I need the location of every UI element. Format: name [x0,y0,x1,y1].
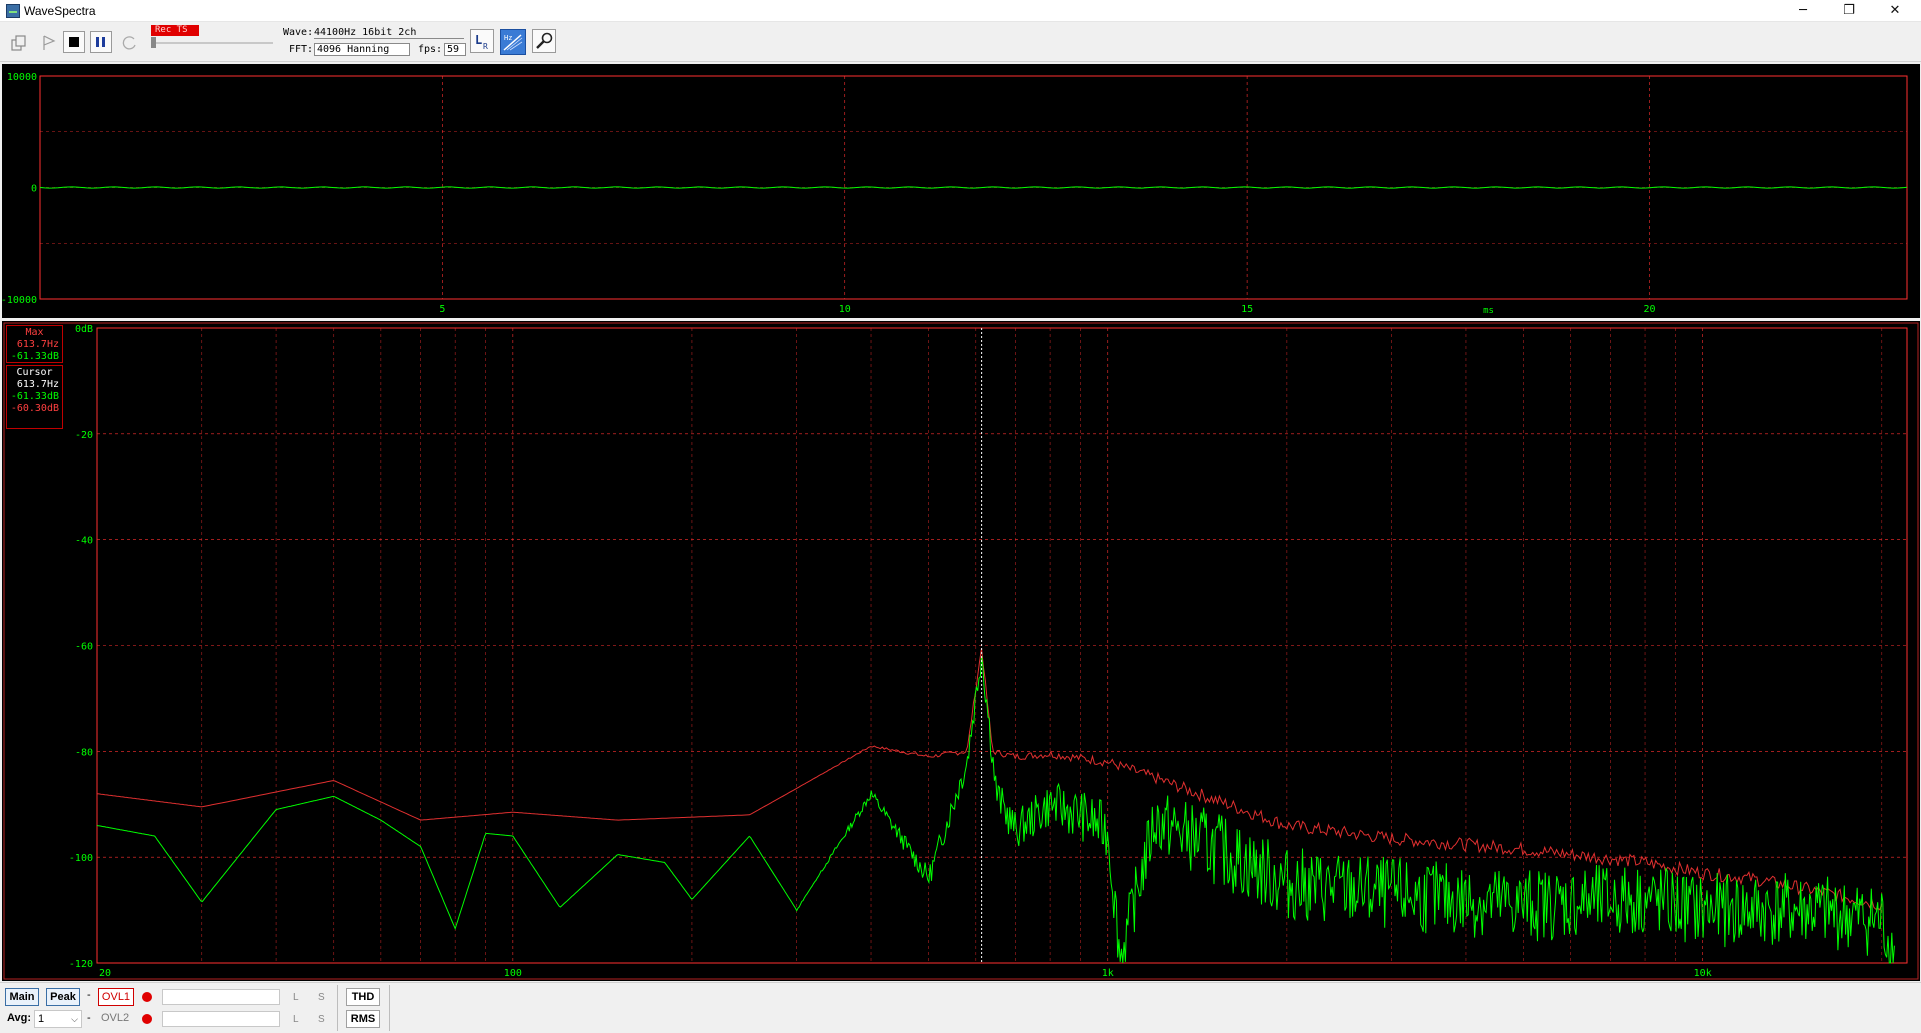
spectrum-panel[interactable]: 0dB -20 -40 -60 -80 -100 -120 20 100 1k 10k Max 61… [2,321,1920,981]
spectrum-y-tick-label: -100 [69,853,93,864]
close-button[interactable]: ✕ [1872,0,1918,22]
dash-separator: - [87,1012,91,1024]
waveform-y-tick-label: -10000 [2,295,37,306]
waveform-y-tick-label: 10000 [7,72,37,83]
ovl2-s-toggle[interactable]: S [318,1014,325,1025]
svg-text:Hz: Hz [504,34,512,42]
spectrum-live-trace [96,655,1895,964]
cursor-max-level: -60.30dB [10,403,59,414]
ovl1-l-toggle[interactable]: L [293,992,299,1003]
fft-label: FFT: [289,44,314,55]
main-button[interactable]: Main [5,988,39,1006]
spectrum-max-trace [96,648,1883,911]
max-label: Max [25,327,44,338]
peak-button[interactable]: Peak [46,988,80,1006]
hz-scale-icon[interactable]: Hz [500,29,526,55]
ovl2-name-field[interactable] [162,1011,280,1027]
svg-text:L: L [475,33,482,47]
waveform-x-unit-label: ms [1483,306,1494,316]
slider-knob[interactable] [151,37,156,48]
waveform-x-tick-label: 5 [439,304,445,315]
waveform-chart[interactable]: 5 10 15 20 ms 10000 0 -10000 [1,64,1920,318]
fps-label: fps: [418,44,443,55]
waveform-panel[interactable]: 5 10 15 20 ms 10000 0 -10000 [1,64,1920,318]
waveform-x-tick-label: 20 [1643,304,1655,315]
spectrum-y-tick-label: -60 [75,642,93,653]
wave-format-value: 44100Hz 16bit 2ch [314,27,464,39]
max-level: -61.33dB [10,351,59,362]
restore-button[interactable]: ❐ [1826,0,1872,22]
app-icon [6,4,20,18]
ovl1-button[interactable]: OVL1 [98,988,134,1006]
waveform-y-tick-label: 0 [31,184,37,195]
max-frequency: 613.7Hz [16,339,59,350]
divider [337,985,338,1031]
stop-icon[interactable] [63,31,85,53]
ovl1-name-field[interactable] [162,989,280,1005]
title-bar: WaveSpectra ─ ❐ ✕ [0,0,1921,22]
divider [389,985,390,1031]
spectrum-y-tick-label: 0dB [75,324,93,335]
refresh-icon[interactable] [118,31,140,53]
avg-select[interactable]: 1 ⌵ [34,1010,82,1028]
waveform-x-tick-label: 10 [839,304,851,315]
avg-label: Avg: [7,1012,32,1024]
spectrum-y-tick-label: -40 [75,536,93,547]
spectrum-x-tick-label: 20 [99,968,111,979]
svg-text:R: R [483,42,488,51]
record-level-slider[interactable] [151,37,273,48]
spectrum-y-tick-label: -120 [69,959,93,970]
cursor-frequency: 613.7Hz [16,379,59,390]
spectrum-y-tick-label: -80 [75,747,93,758]
spectrum-x-tick-label: 100 [504,968,522,979]
spectrum-chart[interactable]: 0dB -20 -40 -60 -80 -100 -120 20 100 1k 10k [2,321,1920,981]
cursor-label: Cursor [16,367,53,378]
rms-button[interactable]: RMS [346,1010,380,1028]
ovl1-s-toggle[interactable]: S [318,992,325,1003]
lr-channel-icon[interactable]: LR [470,29,494,53]
spectrum-outer-frame [3,322,1919,980]
window-title: WaveSpectra [24,4,96,18]
avg-value: 1 [38,1013,45,1025]
settings-wrench-icon[interactable] [532,29,556,53]
record-level-label: Rec TS [151,25,199,36]
cursor-info-box: Cursor 613.7Hz -61.33dB -60.30dB [6,365,63,429]
cursor-live-level: -61.33dB [10,391,59,402]
thd-button[interactable]: THD [346,988,380,1006]
spectrum-y-tick-label: -20 [75,430,93,441]
waveform-trace [39,186,1908,189]
minimize-button[interactable]: ─ [1780,0,1826,22]
ovl2-record-dot-icon[interactable] [142,1014,152,1024]
fft-setting-value[interactable]: 4096 Hanning [314,43,410,56]
pause-icon[interactable] [90,31,112,53]
copy-icon[interactable] [7,31,29,53]
toolbar: Rec TS Wave: 44100Hz 16bit 2ch FFT: 4096… [0,22,1921,62]
ovl2-l-toggle[interactable]: L [293,1014,299,1025]
spectrum-x-tick-label: 10k [1694,968,1712,979]
dash-separator: - [87,989,91,1001]
wave-label: Wave: [283,27,314,38]
spectrum-x-tick-label: 1k [1102,968,1114,979]
play-icon[interactable] [37,31,59,53]
ovl2-label[interactable]: OVL2 [101,1012,129,1024]
ovl1-record-dot-icon[interactable] [142,992,152,1002]
waveform-x-tick-label: 15 [1241,304,1253,315]
fps-value: 59 [444,43,466,56]
chevron-down-icon: ⌵ [71,1014,78,1024]
status-bar: Main Peak - OVL1 L S THD Avg: 1 ⌵ - OVL2… [0,982,1921,1033]
max-info-box: Max 613.7Hz -61.33dB [6,325,63,363]
